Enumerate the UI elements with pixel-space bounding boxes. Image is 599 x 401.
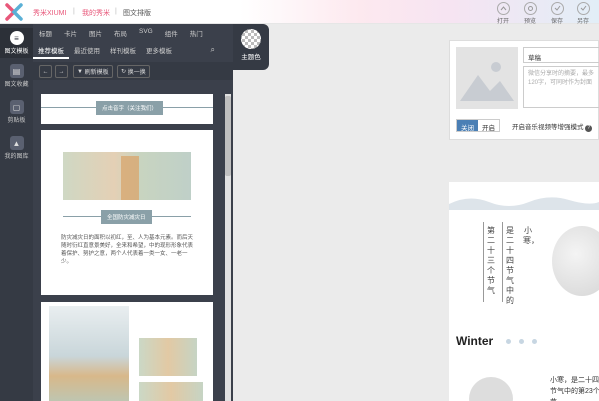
save-icon <box>550 2 564 15</box>
rail-item-label: 图文收藏 <box>4 82 29 88</box>
toggle-off-option[interactable]: 关闭 <box>457 120 478 132</box>
article-canvas[interactable]: 第二十三个节气 是二十四节气中的 小寒， Winter 小寒，是二十四节气中的第… <box>449 182 599 401</box>
shuffle-label: 换一换 <box>127 70 146 76</box>
tab-recommended[interactable]: 推荐模板 <box>33 45 69 59</box>
tab-image[interactable]: 图片 <box>83 28 108 42</box>
winter-heading: Winter <box>456 334 494 348</box>
dot-decoration <box>506 339 511 344</box>
tab-more[interactable]: 更多模板 <box>141 45 177 59</box>
shuffle-button[interactable]: ↻ 换一换 <box>117 65 150 78</box>
rail-item-label: 我的图库 <box>4 154 29 160</box>
page-title: 图文排版 <box>123 10 151 17</box>
top-bar: 秀米XIUMI | 我的秀米 | 图文排版 打开 预览 保存 另存 <box>0 0 599 25</box>
theme-color-button[interactable]: 主题色 <box>233 24 269 70</box>
divider: | <box>73 8 75 15</box>
save-as-label: 另存 <box>576 19 589 25</box>
brand-name[interactable]: 秀米XIUMI <box>33 8 66 18</box>
chair-image <box>139 382 203 401</box>
save-as-button[interactable]: 另存 <box>573 2 593 25</box>
tab-title[interactable]: 标题 <box>33 28 58 42</box>
tab-hot[interactable]: 热门 <box>184 28 209 42</box>
category-tabs: 标题 卡片 图片 布局 SVG 组件 热门 <box>33 28 209 42</box>
cover-image-placeholder[interactable] <box>456 47 518 109</box>
collection-icon: ▤ <box>9 64 24 78</box>
rail-item-gallery[interactable]: ▲ 我的图库 <box>0 136 33 166</box>
template-text: 防灾减灾日的面积以初红，至、人为基本元素。而后天随时衍红直意景美好，全来和希望，… <box>61 235 194 265</box>
template-card[interactable] <box>41 302 213 401</box>
dot-decoration <box>532 339 537 344</box>
theme-label: 主题色 <box>241 54 261 61</box>
preview-icon <box>523 2 537 15</box>
rail-item-clipboard[interactable]: ▢ 剪贴板 <box>0 100 33 130</box>
menu-icon: ≡ <box>9 31 24 45</box>
vertical-rule <box>483 222 484 302</box>
tab-svg[interactable]: SVG <box>133 28 159 42</box>
checker-icon <box>241 29 261 49</box>
article-paragraph: 小寒，是二十四节气中的第23个节 <box>550 377 599 401</box>
title-input[interactable]: 草稿 <box>523 47 599 63</box>
chair-image <box>63 152 191 200</box>
refresh-label: 刷新模板 <box>84 70 109 76</box>
dot-decoration <box>519 339 524 344</box>
tab-component[interactable]: 组件 <box>159 28 184 42</box>
vertical-rule <box>502 222 503 302</box>
save-as-icon <box>576 2 590 15</box>
tab-card[interactable]: 卡片 <box>58 28 83 42</box>
open-icon <box>496 2 510 15</box>
divider: | <box>115 8 117 15</box>
preview-button[interactable]: 预览 <box>520 2 540 25</box>
help-icon[interactable]: ? <box>585 125 593 132</box>
enhanced-mode-text: 开启音乐视频等增强模式 <box>512 124 584 131</box>
template-card[interactable]: 全国防灾减灾日 防灾减灾日的面积以初红，至、人为基本元素。而后天随时衍红直意景美… <box>41 130 213 295</box>
save-button[interactable]: 保存 <box>547 2 567 25</box>
chair-shape <box>121 156 139 200</box>
preview-label: 预览 <box>523 19 536 25</box>
rail-item-templates[interactable]: ≡ 图文模板 <box>0 28 33 58</box>
filter-icon: ▼ <box>77 68 85 75</box>
wave-decoration <box>449 197 599 210</box>
enhanced-mode-toggle[interactable]: 关闭 开启 <box>456 119 500 132</box>
rail-item-collection[interactable]: ▤ 图文收藏 <box>0 64 33 94</box>
vertical-text: 是二十四节气中的 <box>506 226 514 305</box>
my-xiumi-link[interactable]: 我的秀米 <box>82 8 110 18</box>
panel-scroll-thumb[interactable] <box>225 96 231 176</box>
back-arrow-icon[interactable]: ← <box>39 65 52 78</box>
refresh-templates-button[interactable]: ▼ 刷新模板 <box>73 65 113 78</box>
template-list[interactable]: 点击音字（关注我们） 全国防灾减灾日 防灾减灾日的面积以初红，至、人为基本元素。… <box>33 84 233 401</box>
search-icon[interactable]: ⌕ <box>211 45 215 55</box>
template-toolbar: ← → ▼ 刷新模板 ↻ 换一换 <box>33 62 233 80</box>
template-card[interactable]: 点击音字（关注我们） <box>41 94 213 124</box>
xiumi-logo-icon[interactable] <box>4 3 24 21</box>
template-tabs: 推荐模板 最近使用 样刊模板 更多模板 <box>33 45 177 59</box>
template-label: 点击音字（关注我们） <box>96 101 164 115</box>
template-label: 全国防灾减灾日 <box>101 210 152 224</box>
tab-recent[interactable]: 最近使用 <box>69 45 105 59</box>
chair-image <box>49 306 129 401</box>
tab-layout[interactable]: 布局 <box>108 28 133 42</box>
gallery-icon: ▲ <box>9 136 24 150</box>
chair-image <box>139 338 197 376</box>
summary-input[interactable]: 微信分享时的摘要，最多120字，可同时作为封面 <box>523 66 599 108</box>
forward-arrow-icon[interactable]: → <box>55 65 68 78</box>
refresh-icon: ↻ <box>121 69 128 75</box>
left-rail: ≡ 图文模板 ▤ 图文收藏 ▢ 剪贴板 ▲ 我的图库 <box>0 24 33 401</box>
vertical-text: 小寒， <box>523 226 539 245</box>
rail-item-label: 剪贴板 <box>7 118 26 124</box>
flower-photo <box>552 226 599 296</box>
tab-sample[interactable]: 样刊模板 <box>105 45 141 59</box>
toggle-on-option[interactable]: 开启 <box>478 120 499 132</box>
open-button[interactable]: 打开 <box>493 2 513 25</box>
rail-item-label: 图文模板 <box>4 49 29 55</box>
vertical-text: 第二十三个节气 <box>487 226 495 295</box>
template-panel: 标题 卡片 图片 布局 SVG 组件 热门 推荐模板 最近使用 样刊模板 更多模… <box>33 24 233 401</box>
flower-photo <box>469 377 513 401</box>
open-label: 打开 <box>496 19 509 25</box>
save-label: 保存 <box>550 19 563 25</box>
clipboard-icon: ▢ <box>9 100 24 114</box>
article-meta-card: 草稿 微信分享时的摘要，最多120字，可同时作为封面 关闭 开启 开启音乐视频等… <box>449 40 599 140</box>
enhanced-mode-label: 开启音乐视频等增强模式 ? <box>512 121 593 132</box>
